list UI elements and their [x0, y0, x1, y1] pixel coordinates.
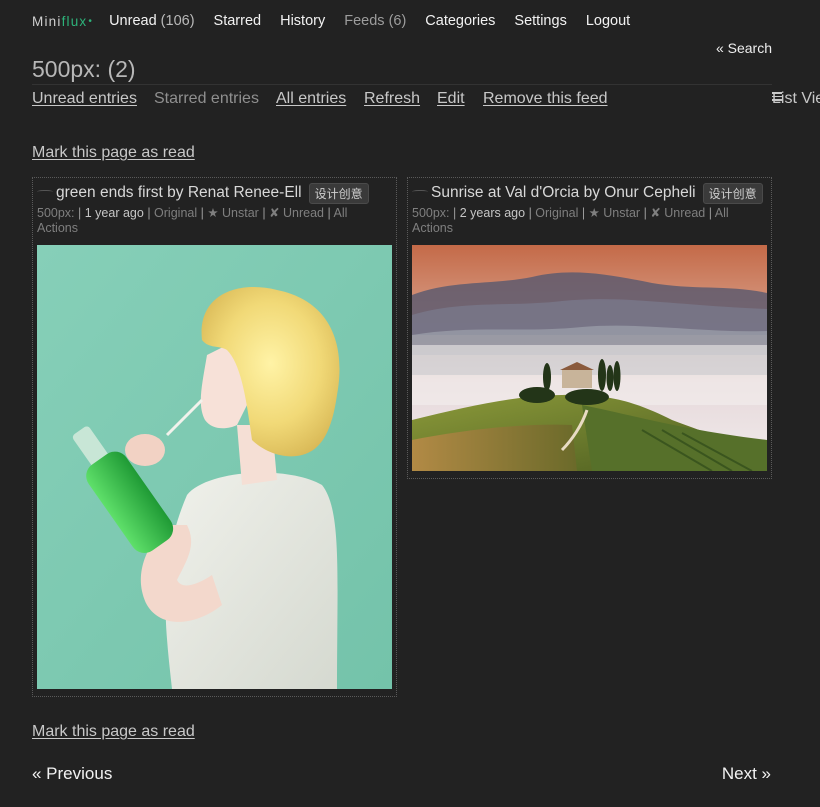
entry-meta: 500px: | 2 years ago | Original | ★ Unst…	[412, 206, 729, 235]
feed-favicon-icon	[37, 188, 53, 198]
unread-entries-link[interactable]: Unread entries	[32, 90, 137, 108]
unstar-button[interactable]: ★ Unstar	[207, 206, 259, 220]
nav-categories-label: Categories	[425, 13, 496, 29]
entry-thumbnail-image	[37, 245, 392, 689]
category-tag[interactable]: 设计创意	[308, 182, 369, 204]
entry-time: 1 year ago	[84, 206, 144, 220]
entry-meta: 500px: | 1 year ago | Original | ★ Unsta…	[37, 206, 348, 235]
nav-feeds[interactable]: Feeds (6)	[344, 13, 406, 29]
nav-unread[interactable]: Unread (106)	[109, 13, 194, 29]
nav-feeds-count: (6)	[388, 13, 407, 29]
nav-settings[interactable]: Settings	[514, 13, 566, 29]
nav-history[interactable]: History	[280, 13, 325, 29]
list-view-label: List View	[772, 90, 820, 107]
entry-title-link[interactable]: green ends first by Renat Renee-Ell	[56, 184, 302, 202]
entry-thumbnail[interactable]	[37, 245, 392, 689]
entry-feed-link[interactable]: 500px:	[37, 206, 75, 220]
nav-logout[interactable]: Logout	[586, 13, 630, 29]
next-page-link[interactable]: Next »	[722, 764, 771, 784]
mark-page-read-bottom[interactable]: Mark this page as read	[32, 723, 195, 741]
nav-unread-label: Unread	[109, 13, 157, 29]
nav-starred-label: Starred	[213, 13, 262, 29]
feed-favicon-icon	[412, 188, 428, 198]
search-link[interactable]: « Search	[716, 40, 772, 56]
main-header: Miniflux• Unread (106) Starred History F…	[32, 11, 649, 31]
mark-unread-button[interactable]: ✘ Unread	[650, 206, 705, 220]
nav-starred[interactable]: Starred	[214, 13, 262, 29]
miniflux-logo[interactable]: Miniflux•	[32, 14, 93, 29]
nav-settings-label: Settings	[514, 13, 567, 29]
page-title: 500px: (2)	[32, 56, 136, 82]
title-divider	[32, 84, 772, 85]
entry-original-link[interactable]: Original	[154, 206, 197, 220]
refresh-link[interactable]: Refresh	[364, 90, 420, 108]
nav-feeds-label: Feeds	[344, 13, 385, 29]
nav-history-label: History	[280, 13, 326, 29]
logo-mini: Mini	[32, 13, 62, 29]
feed-subnav: Unread entries Starred entries All entri…	[32, 90, 820, 112]
edit-link[interactable]: Edit	[437, 90, 465, 108]
entry-time: 2 years ago	[459, 206, 526, 220]
previous-page-link[interactable]: « Previous	[32, 764, 112, 784]
entry-title-link[interactable]: Sunrise at Val d'Orcia by Onur Cepheli	[431, 184, 696, 202]
entry-title-row: Sunrise at Val d'Orcia by Onur Cepheli 设…	[412, 182, 767, 204]
mark-unread-button[interactable]: ✘ Unread	[269, 206, 324, 220]
category-tag[interactable]: 设计创意	[702, 182, 763, 204]
mark-page-read-top[interactable]: Mark this page as read	[32, 144, 195, 162]
nav-unread-count: (106)	[160, 13, 195, 29]
entry-card: Sunrise at Val d'Orcia by Onur Cepheli 设…	[407, 177, 772, 479]
logo-flux: flux	[61, 13, 88, 29]
starred-entries-label[interactable]: Starred entries	[154, 90, 259, 108]
entry-original-link[interactable]: Original	[535, 206, 578, 220]
entry-thumbnail[interactable]	[412, 245, 767, 471]
entry-title-row: green ends first by Renat Renee-Ell 设计创意	[37, 182, 392, 204]
entry-card: green ends first by Renat Renee-Ell 设计创意…	[32, 177, 397, 697]
all-entries-link[interactable]: All entries	[276, 90, 346, 108]
nav-categories[interactable]: Categories	[425, 13, 495, 29]
remove-feed-link[interactable]: Remove this feed	[483, 90, 608, 108]
logo-dot: •	[88, 16, 94, 28]
nav-logout-label: Logout	[585, 13, 631, 29]
unstar-button[interactable]: ★ Unstar	[589, 206, 641, 220]
entry-thumbnail-image	[412, 245, 767, 471]
entry-feed-link[interactable]: 500px:	[412, 206, 450, 220]
